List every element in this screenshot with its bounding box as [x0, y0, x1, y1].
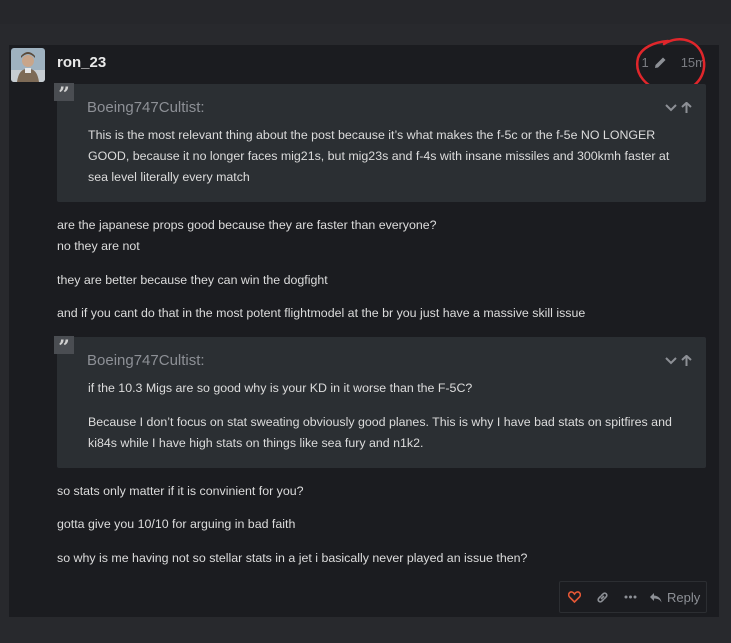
quote-controls — [665, 353, 692, 371]
paragraph-line: are the japanese props good because they… — [57, 218, 437, 232]
quote-text: Because I don’t focus on stat sweating o… — [88, 415, 672, 429]
post-actions: Reply — [559, 581, 707, 613]
chevron-down-icon[interactable] — [665, 353, 677, 371]
post-paragraph: they are better because they can win the… — [57, 273, 328, 287]
post-username[interactable]: ron_23 — [57, 54, 106, 71]
reply-button[interactable]: Reply — [649, 590, 700, 605]
quote-icon: ” — [54, 83, 74, 105]
chevron-down-icon[interactable] — [665, 100, 677, 118]
ellipsis-icon — [624, 595, 636, 599]
quote-block: ” Boeing747Cultist: This is the most rel… — [54, 83, 706, 202]
post-paragraph: are the japanese props good because they… — [57, 215, 437, 257]
top-bar — [0, 0, 731, 24]
post-paragraph: gotta give you 10/10 for arguing in bad … — [57, 517, 296, 531]
forum-post: ron_23 1 15m ” Boeing747Cultist: This is… — [9, 38, 719, 617]
post-paragraph: so why is me having not so stellar stats… — [57, 551, 528, 565]
link-icon — [596, 591, 608, 603]
quote-block: ” Boeing747Cultist: if the 10.3 Migs are… — [54, 336, 706, 468]
quote-author[interactable]: Boeing747Cultist: — [87, 99, 205, 116]
edit-count[interactable]: 1 — [641, 55, 648, 70]
arrow-up-icon[interactable] — [681, 353, 692, 371]
quote-body: This is the most relevant thing about th… — [88, 125, 688, 188]
post-paragraph: so stats only matter if it is convinient… — [57, 484, 304, 498]
heart-icon — [567, 591, 581, 603]
reply-icon — [650, 592, 662, 602]
paragraph-line: no they are not — [57, 239, 140, 253]
post-time[interactable]: 15m — [681, 55, 706, 70]
post-paragraph: and if you cant do that in the most pote… — [57, 306, 586, 320]
more-button[interactable] — [616, 582, 644, 612]
like-button[interactable] — [560, 582, 588, 612]
quote-body: Because I don’t focus on stat sweating o… — [88, 412, 688, 454]
pencil-icon[interactable] — [654, 56, 667, 69]
quote-icon: ” — [54, 336, 74, 358]
quote-text: ki84s while I have high stats on things … — [88, 436, 424, 450]
quote-text: GOOD, because it no longer faces mig21s,… — [88, 149, 670, 163]
quote-text: if the 10.3 Migs are so good why is your… — [88, 381, 473, 395]
copy-link-button[interactable] — [588, 582, 616, 612]
arrow-up-icon[interactable] — [681, 100, 692, 118]
quote-author[interactable]: Boeing747Cultist: — [87, 352, 205, 369]
quote-text: sea level literally every match — [88, 170, 250, 184]
quote-body: if the 10.3 Migs are so good why is your… — [88, 378, 688, 399]
post-meta: 1 15m — [641, 55, 706, 70]
quote-controls — [665, 100, 692, 118]
quote-text: This is the most relevant thing about th… — [88, 128, 656, 142]
reply-label: Reply — [667, 589, 701, 605]
avatar[interactable] — [11, 48, 45, 82]
